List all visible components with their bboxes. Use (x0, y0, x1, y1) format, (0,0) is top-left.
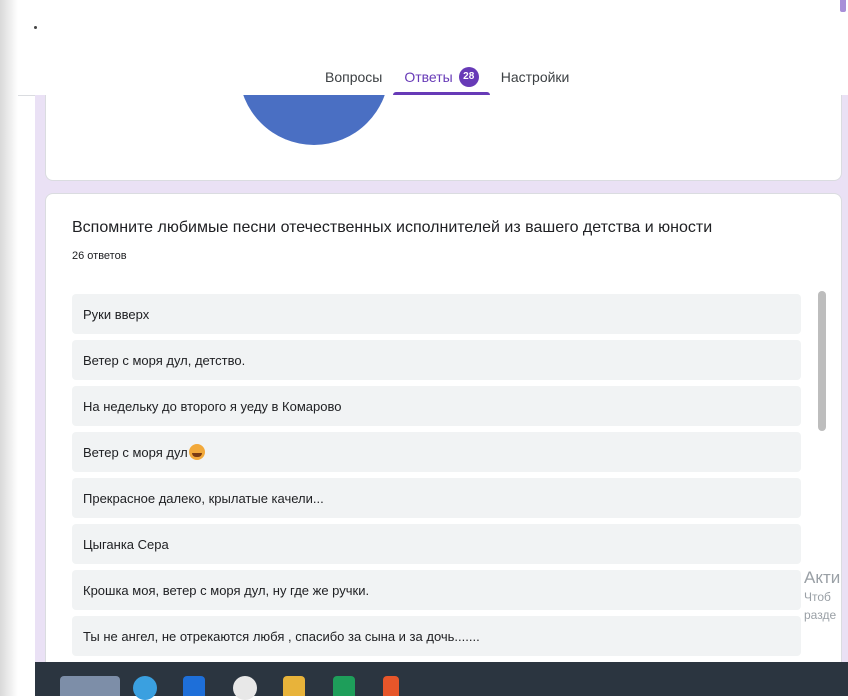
list-item: Ветер с моря дул (72, 432, 801, 472)
responses-count-badge: 28 (458, 66, 479, 87)
list-item: Ветер с моря дул, детство. (72, 340, 801, 380)
list-item: Руки вверх (72, 294, 801, 334)
sheets-icon[interactable] (333, 676, 355, 696)
list-item: На недельку до второго я уеду в Комарово (72, 386, 801, 426)
window-shadow (0, 0, 18, 696)
stray-dot (34, 26, 37, 29)
tab-settings-label: Настройки (500, 68, 570, 85)
form-header: Вопросы Ответы 28 Настройки (18, 0, 848, 96)
response-count: 26 ответов (72, 250, 127, 262)
list-item: Прекрасное далеко, крылатые качели... (72, 478, 801, 518)
tab-questions[interactable]: Вопросы (314, 58, 393, 86)
taskbar (35, 662, 848, 700)
tab-settings[interactable]: Настройки (490, 58, 581, 86)
answer-text: Ветер с моря дул, детство. (83, 352, 246, 368)
question-title: Вспомните любимые песни отечественных ис… (72, 219, 713, 236)
answers-scrollbar[interactable] (818, 291, 826, 431)
tab-bar: Вопросы Ответы 28 Настройки (314, 58, 580, 95)
tab-questions-label: Вопросы (325, 68, 383, 85)
watermark-title: Акти (804, 568, 841, 587)
summary-card (45, 95, 842, 181)
answer-text: Крошка моя, ветер с моря дул, ну где же … (83, 582, 370, 598)
list-item: Крошка моя, ветер с моря дул, ну где же … (72, 570, 801, 610)
pie-chart-fragment (239, 95, 389, 145)
app-icon-white[interactable] (233, 676, 257, 700)
top-accent-bar (840, 0, 846, 12)
tab-responses[interactable]: Ответы 28 (393, 58, 491, 95)
answer-text: На недельку до второго я уеду в Комарово (83, 398, 342, 414)
taskbar-thumbnail-icon[interactable] (60, 676, 120, 696)
answer-text: Руки вверх (83, 306, 150, 322)
answer-text: Ты не ангел, не отрекаются любя , спасиб… (83, 628, 480, 644)
app-icon-blue[interactable] (183, 676, 205, 696)
list-item: Цыганка Сера (72, 524, 801, 564)
grinning-face-icon (188, 444, 205, 460)
question-card: Вспомните любимые песни отечественных ис… (45, 193, 842, 666)
answer-text: Ветер с моря дул (83, 444, 188, 460)
watermark-line-2: разде (804, 608, 837, 622)
answer-text: Прекрасное далеко, крылатые качели... (83, 490, 324, 506)
answer-text: Цыганка Сера (83, 536, 169, 552)
browser-icon[interactable] (133, 676, 157, 700)
folder-icon[interactable] (283, 676, 305, 696)
app-icon-orange[interactable] (383, 676, 399, 696)
answers-list: Руки вверх Ветер с моря дул, детство. На… (72, 294, 801, 662)
watermark-line-1: Чтоб (804, 590, 831, 604)
activation-watermark: Акти Чтоб разде (804, 568, 848, 638)
tab-responses-label: Ответы (404, 68, 453, 85)
list-item: Ты не ангел, не отрекаются любя , спасиб… (72, 616, 801, 656)
